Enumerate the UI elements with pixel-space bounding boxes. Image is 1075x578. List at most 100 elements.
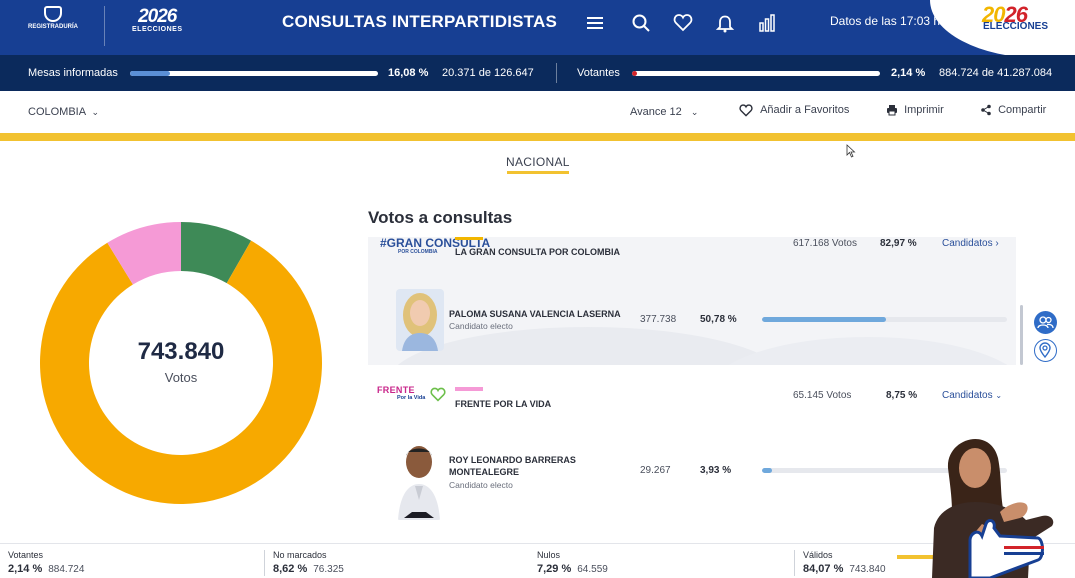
corner-logo-label: ELECCIONES — [983, 21, 1049, 32]
candidate-status: Candidato electo — [449, 321, 513, 331]
frente-logo: FRENTE Por la Vida — [377, 385, 426, 402]
avance-dropdown[interactable]: Avance 12 ⌄ — [630, 106, 698, 118]
avance-label: Avance 12 — [630, 106, 682, 118]
map-pin-icon — [1039, 342, 1051, 359]
party-pct: 82,97 % — [880, 238, 917, 249]
footer-nulos: Nulos 7,29 % 64.559 — [537, 550, 608, 575]
accent-divider — [0, 133, 1075, 141]
consultas-title: Votos a consultas — [368, 208, 513, 227]
share-label: Compartir — [998, 104, 1047, 116]
candidatos-link-label: Candidatos — [942, 238, 993, 249]
mesas-count: 20.371 de 126.647 — [442, 67, 534, 79]
footer-nulos-pct: 7,29 % — [537, 563, 572, 575]
candidate-name-line1: ROY LEONARDO BARRERAS — [449, 455, 576, 465]
registraduria-logo[interactable]: REGISTRADURÍA — [28, 6, 78, 40]
party-color-indicator — [455, 237, 483, 240]
candidatos-link-label: Candidatos — [942, 390, 993, 401]
header-divider — [104, 6, 105, 46]
bell-icon[interactable] — [714, 12, 736, 34]
menu-icon[interactable] — [584, 12, 606, 34]
candidate-photo — [396, 289, 444, 351]
candidate-pct: 3,93 % — [700, 465, 732, 476]
mouse-cursor-icon — [846, 144, 856, 158]
print-label: Imprimir — [904, 104, 944, 116]
favorites-label: Añadir a Favoritos — [760, 103, 850, 116]
footer-votantes: Votantes 2,14 % 884.724 — [8, 550, 84, 575]
footer-nulos-label: Nulos — [537, 550, 561, 560]
footer-votantes-pct: 2,14 % — [8, 563, 43, 575]
heart-icon[interactable] — [672, 12, 694, 34]
candidatos-link[interactable]: Candidatos › — [942, 238, 999, 249]
footer-votantes-label: Votantes — [8, 550, 44, 560]
votantes-progress-bar — [632, 71, 880, 76]
footer-validos-pct: 84,07 % — [803, 563, 844, 575]
sub-navigation: COLOMBIA ⌄ Avance 12 ⌄ Añadir a Favorito… — [0, 91, 1075, 133]
candidates-side-button[interactable] — [1034, 311, 1057, 334]
candidate-progress-bar — [762, 317, 1007, 322]
footer-nomarcados-label: No marcados — [273, 550, 327, 560]
panel-scrollbar[interactable] — [1020, 305, 1023, 365]
bar-chart-icon[interactable] — [756, 12, 778, 34]
party-pct: 8,75 % — [886, 390, 918, 401]
stats-divider — [556, 63, 557, 83]
frente-logo-text: FRENTE — [377, 385, 415, 395]
candidate-votes: 377.738 — [640, 314, 677, 325]
search-icon[interactable] — [630, 12, 652, 34]
location-side-button[interactable] — [1034, 339, 1057, 362]
region-label: COLOMBIA — [28, 106, 86, 118]
corner-elecciones-logo: 2026 ELECCIONES — [930, 0, 1075, 58]
top-header: REGISTRADURÍA 2026 ELECCIONES CONSULTAS … — [0, 0, 1075, 58]
candidate-votes: 29.267 — [640, 465, 671, 476]
chevron-down-icon: ⌄ — [995, 391, 1003, 400]
footer-divider — [264, 550, 265, 576]
votantes-count: 884.724 de 41.287.084 — [939, 67, 1053, 79]
candidatos-link[interactable]: Candidatos ⌄ — [942, 390, 1002, 401]
footer-divider — [794, 550, 795, 576]
footer-nomarcados-pct: 8,62 % — [273, 563, 308, 575]
donut-center: 743.840 Votos — [90, 338, 272, 385]
tab-nacional[interactable]: NACIONAL — [506, 155, 570, 169]
candidate-name-line2: MONTEALEGRE — [449, 467, 520, 477]
footer-validos-value: 743.840 — [849, 564, 886, 575]
candidate-name: PALOMA SUSANA VALENCIA LASERNA — [449, 309, 621, 319]
chevron-right-icon: › — [995, 238, 999, 249]
candidate-pct: 50,78 % — [700, 314, 737, 325]
footer-votantes-value: 884.724 — [48, 564, 85, 575]
add-favorites-button[interactable]: Añadir a Favoritos — [738, 103, 849, 117]
candidate-name: ROY LEONARDO BARRERAS MONTEALEGRE — [449, 454, 576, 478]
chevron-down-icon: ⌄ — [690, 107, 699, 117]
footer-no-marcados: No marcados 8,62 % 76.325 — [273, 550, 344, 575]
region-dropdown[interactable]: COLOMBIA ⌄ — [28, 106, 99, 118]
candidate-avatar-icon — [398, 446, 440, 520]
summary-footer: Votantes 2,14 % 884.724 No marcados 8,62 … — [0, 543, 1075, 578]
party-card-gran-consulta: #GRAN CONSULTA POR COLOMBIA LA GRAN CONS… — [368, 237, 1016, 365]
shield-icon — [44, 6, 62, 22]
total-votes-value: 743.840 — [137, 338, 225, 365]
elecciones-2026-logo[interactable]: 2026 ELECCIONES — [132, 7, 183, 33]
votantes-pct: 2,14 % — [891, 67, 926, 79]
footer-validos: Válidos 84,07 % 743.840 — [803, 550, 886, 575]
tab-active-indicator — [507, 171, 569, 174]
party-name: FRENTE POR LA VIDA — [455, 399, 552, 409]
consultas-list: #GRAN CONSULTA POR COLOMBIA LA GRAN CONS… — [368, 237, 1016, 525]
party-votes: 65.145 Votos — [793, 390, 852, 401]
mesas-pct: 16,08 % — [388, 67, 429, 79]
candidate-progress-fill — [762, 317, 887, 322]
users-icon — [1037, 316, 1054, 329]
party-name: LA GRAN CONSULTA POR COLOMBIA — [455, 247, 620, 257]
print-button[interactable]: Imprimir — [886, 104, 944, 116]
chevron-down-icon: ⌄ — [91, 107, 100, 117]
share-button[interactable]: Compartir — [980, 104, 1046, 116]
sign-language-interpreter-overlay — [932, 439, 1054, 578]
candidate-progress-fill — [762, 468, 772, 473]
footer-nulos-value: 64.559 — [577, 564, 608, 575]
party-color-indicator — [455, 387, 483, 391]
candidate-status: Candidato electo — [449, 480, 513, 490]
heart-icon — [430, 387, 446, 402]
mesas-progress-bar — [130, 71, 378, 76]
candidate-photo — [396, 440, 442, 520]
printer-icon — [887, 105, 897, 116]
total-votes-label: Votos — [164, 370, 198, 385]
party-card-frente-por-la-vida: FRENTE Por la Vida FRENTE POR LA VIDA 65… — [368, 366, 1016, 525]
frente-logo-sub: Por la Vida — [397, 395, 426, 401]
